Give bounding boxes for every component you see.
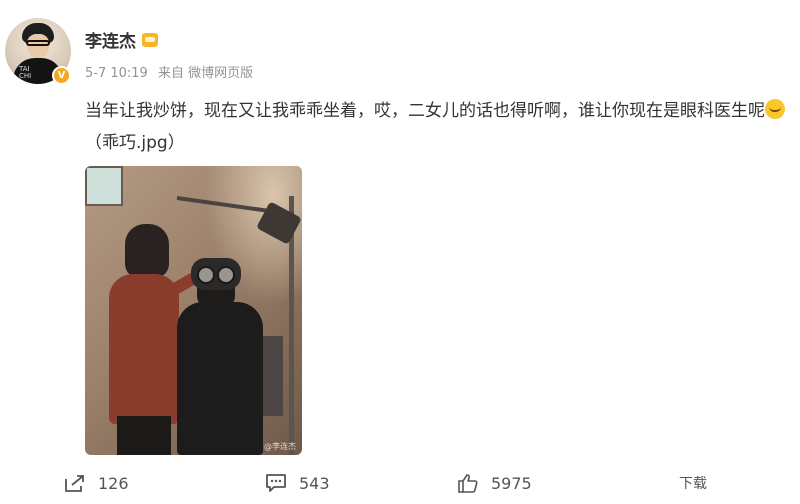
photo-window — [85, 166, 123, 206]
photo-patient-body — [177, 302, 263, 455]
photo-stand — [263, 336, 283, 416]
download-label[interactable]: 下载 — [679, 473, 707, 493]
avatar-logo-text: TAI CHI — [19, 65, 32, 80]
author-name-text[interactable]: 李连杰 — [85, 27, 136, 52]
action-bar: 126 543 5975 下载 — [0, 468, 800, 498]
phoropter-icon — [191, 258, 241, 290]
photo-doctor-legs — [117, 416, 171, 455]
thumbs-up-icon — [458, 474, 478, 493]
post-source: 来自 微博网页版 — [157, 66, 254, 81]
crown-icon — [142, 32, 158, 47]
share-button[interactable]: 126 — [64, 468, 129, 498]
post-text-suffix: （乖巧.jpg） — [85, 133, 185, 153]
verified-badge-icon: V — [52, 66, 71, 85]
post-timestamp[interactable]: 5-7 10:19 — [85, 66, 148, 81]
photo-doctor-head — [125, 224, 169, 278]
share-icon — [65, 475, 84, 492]
author-name[interactable]: 李连杰 — [85, 27, 158, 52]
smile-blush-emoji-icon — [765, 99, 785, 119]
avatar-glasses — [26, 40, 50, 46]
post-text-body: 当年让我炒饼，现在又让我乖乖坐着，哎，二女儿的话也得听啊，谁让你现在是眼科医生呢 — [85, 101, 765, 121]
post-text: 当年让我炒饼，现在又让我乖乖坐着，哎，二女儿的话也得听啊，谁让你现在是眼科医生呢… — [85, 95, 785, 159]
share-count: 126 — [98, 473, 129, 493]
photo-doctor-body — [109, 274, 179, 424]
avatar-face — [27, 34, 49, 58]
comment-icon — [266, 474, 286, 492]
like-count: 5975 — [491, 473, 532, 493]
post-meta: 5-7 10:19 来自 微博网页版 — [85, 62, 259, 81]
comment-count: 543 — [299, 473, 330, 493]
photo-watermark: @李连杰 — [264, 442, 296, 451]
like-button[interactable]: 5975 — [457, 468, 532, 498]
comment-button[interactable]: 543 — [265, 468, 330, 498]
post-image[interactable]: @李连杰 — [85, 166, 302, 455]
download-button[interactable]: 下载 — [679, 468, 707, 498]
